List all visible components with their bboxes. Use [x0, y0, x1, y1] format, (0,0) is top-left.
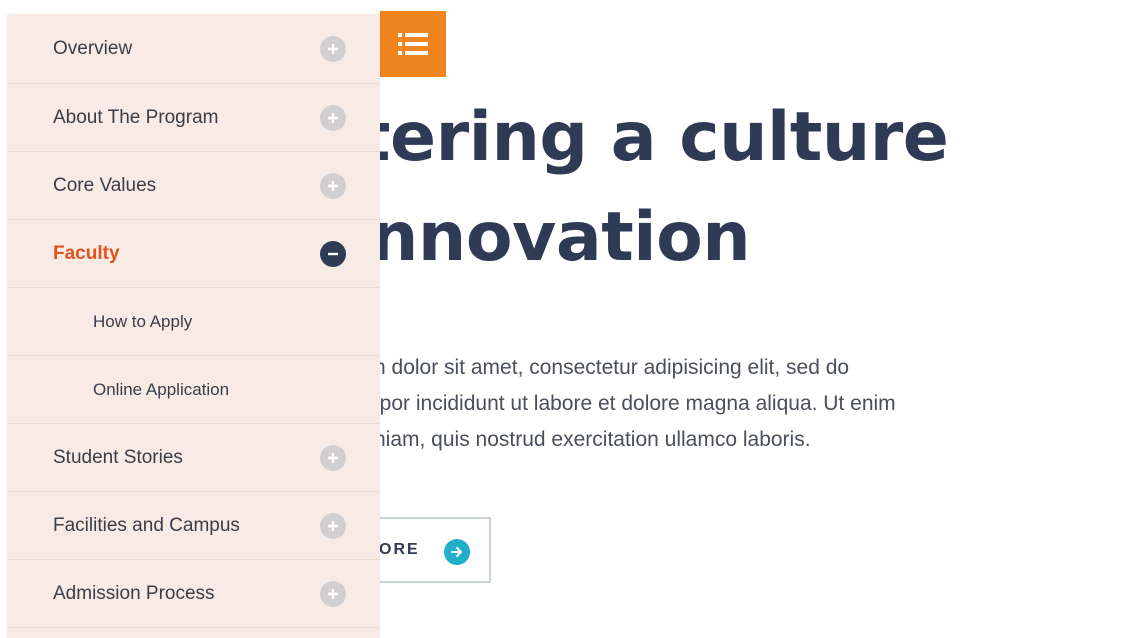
minus-circle-icon[interactable]	[320, 240, 346, 267]
arrow-right-icon	[444, 539, 470, 565]
sidebar-item-label: Overview	[53, 37, 133, 59]
sidebar-item-label: Student Stories	[53, 446, 183, 468]
sidebar-item-label: Faculty	[53, 242, 120, 264]
sidebar-subitem-online-application[interactable]: Online Application	[7, 356, 380, 424]
sidebar-item-about-the-program[interactable]: About The Program	[7, 84, 380, 152]
plus-circle-icon[interactable]	[320, 512, 346, 539]
sidebar-item-core-values[interactable]: Core Values	[7, 152, 380, 220]
sidebar-subitem-label: How to Apply	[93, 311, 193, 331]
plus-circle-icon[interactable]	[320, 580, 346, 607]
sidebar-item-label: Admission Process	[53, 582, 215, 604]
menu-toggle-button[interactable]	[380, 11, 446, 77]
sidebar-item-facilities-and-campus[interactable]: Facilities and Campus	[7, 492, 380, 560]
sidebar-item-label: About The Program	[53, 106, 219, 128]
sidebar-item-overview[interactable]: Overview	[7, 14, 380, 84]
sidebar-item-student-stories[interactable]: Student Stories	[7, 424, 380, 492]
sidebar-subitem-label: Online Application	[93, 379, 230, 399]
read-more-label: ORE	[379, 541, 420, 558]
plus-circle-icon[interactable]	[320, 172, 346, 199]
sidebar-item-label: Core Values	[53, 174, 157, 196]
sidebar-item-faculty[interactable]: Faculty	[7, 220, 380, 288]
sidebar-nav: Overview About The Program Core Values F…	[7, 14, 380, 638]
sidebar-item-label: Facilities and Campus	[53, 514, 240, 536]
sidebar-item-admission-process[interactable]: Admission Process	[7, 560, 380, 628]
list-icon	[398, 33, 428, 55]
plus-circle-icon[interactable]	[320, 35, 346, 62]
page: tering a culture nnovation n dolor sit a…	[0, 0, 1135, 638]
plus-circle-icon[interactable]	[320, 444, 346, 471]
sidebar-subitem-how-to-apply[interactable]: How to Apply	[7, 288, 380, 356]
plus-circle-icon[interactable]	[320, 104, 346, 131]
